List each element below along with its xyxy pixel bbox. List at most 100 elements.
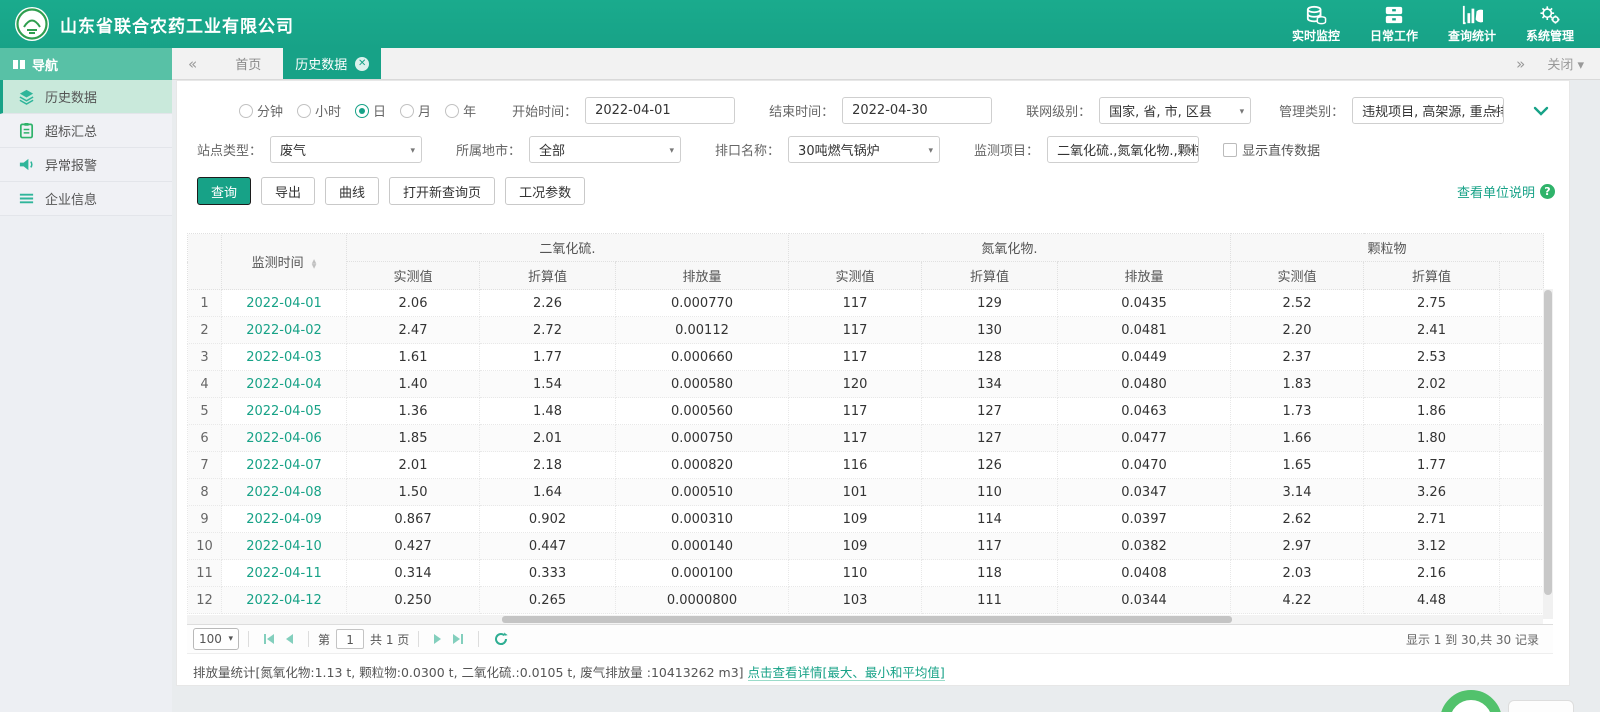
collapse-filters-chevron-icon[interactable] (1533, 106, 1549, 116)
tab-history-data[interactable]: 历史数据 ✕ (283, 48, 382, 79)
radio-icon (297, 103, 312, 118)
query-button[interactable]: 查询 (197, 177, 252, 205)
select-value: 国家, 省, 市, 区县 (1109, 105, 1212, 120)
network-level-select[interactable]: 国家, 省, 市, 区县 ▾ (1099, 97, 1252, 124)
vertical-scrollbar-thumb[interactable] (1544, 290, 1552, 595)
cell-value: 1.66 (1230, 424, 1364, 452)
curve-button[interactable]: 曲线 (325, 177, 380, 205)
table-row: 2 2022-04-02 2.47 2.72 0.00112 117 130 0.0481 2.… (187, 316, 1545, 344)
company-title: 山东省联合农药工业有限公司 (60, 16, 294, 37)
horizontal-scrollbar[interactable] (187, 615, 1543, 624)
first-page-button[interactable] (258, 634, 280, 644)
table-row: 12 2022-04-12 0.250 0.265 0.0000800 103 111 0.0… (187, 586, 1545, 614)
radio-hour[interactable]: 小时 (297, 101, 341, 120)
cell-value: 0.0481 (1057, 316, 1231, 344)
page-number-input[interactable]: 1 (336, 629, 365, 649)
sidebar-item-history-data[interactable]: 历史数据 (0, 80, 172, 114)
cell-value: 1.61 (346, 343, 480, 371)
city-select[interactable]: 全部 ▾ (529, 136, 682, 163)
horizontal-scrollbar-thumb[interactable] (502, 616, 1232, 623)
row-date-link[interactable]: 2022-04-09 (221, 505, 347, 533)
sidebar-item-exceed-summary[interactable]: 超标汇总 (0, 114, 172, 148)
nav-icon (13, 59, 25, 69)
header-converted: 折算值 (921, 261, 1058, 290)
cell-value: 4.48 (1363, 586, 1500, 614)
row-index: 9 (187, 505, 222, 533)
open-new-query-button[interactable]: 打开新查询页 (389, 177, 496, 205)
manage-type-select[interactable]: 违规项目, 高架源, 重点排放▾ (1352, 97, 1505, 124)
cell-value: 101 (788, 478, 922, 506)
cell-value: 0.250 (346, 586, 480, 614)
row-date-link[interactable]: 2022-04-04 (221, 370, 347, 398)
sidebar-item-label: 异常报警 (45, 159, 98, 174)
menu-system-management[interactable]: 系统管理 (1526, 5, 1574, 44)
radio-day[interactable]: 日 (355, 101, 386, 120)
row-date-link[interactable]: 2022-04-05 (221, 397, 347, 425)
row-date-link[interactable]: 2022-04-07 (221, 451, 347, 479)
tab-home[interactable]: 首页 (213, 48, 283, 79)
tabs-scroll-right-icon[interactable]: » (1516, 55, 1525, 73)
row-date-link[interactable]: 2022-04-01 (221, 289, 347, 317)
header-measured: 实测值 (1230, 261, 1364, 290)
row-date-link[interactable]: 2022-04-02 (221, 316, 347, 344)
row-date-link[interactable]: 2022-04-10 (221, 532, 347, 560)
radio-label: 日 (373, 105, 387, 120)
caret-down-icon: ▾ (928, 146, 934, 156)
cell-value: 2.52 (1230, 289, 1364, 317)
row-date-link[interactable]: 2022-04-03 (221, 343, 347, 371)
vertical-scrollbar[interactable] (1543, 289, 1553, 619)
prev-page-button[interactable] (280, 634, 299, 644)
radio-label: 年 (463, 105, 477, 120)
cell-value: 109 (788, 505, 922, 533)
cell-value: 127 (921, 397, 1058, 425)
radio-label: 分钟 (257, 105, 284, 120)
sort-icon[interactable]: ▲ ▼ (312, 258, 317, 269)
row-index: 3 (187, 343, 222, 371)
radio-year[interactable]: 年 (445, 101, 476, 120)
sidebar-item-label: 超标汇总 (45, 125, 98, 140)
caret-down-icon: ▾ (228, 634, 233, 644)
sidebar-item-company-info[interactable]: 企业信息 (0, 182, 172, 216)
menu-daily-work[interactable]: 日常工作 (1370, 5, 1418, 44)
cell-stub (1498, 343, 1545, 371)
tab-close-icon[interactable]: ✕ (355, 56, 370, 71)
outlet-name-select[interactable]: 30吨燃气锅炉 ▾ (788, 136, 941, 163)
menu-realtime-monitor[interactable]: 实时监控 (1292, 5, 1340, 44)
row-index: 5 (187, 397, 222, 425)
tabs-scroll-left-icon[interactable]: « (172, 48, 213, 79)
site-type-select[interactable]: 废气 ▾ (270, 136, 423, 163)
period-radio-group: 分钟 小时 日 月 年 (239, 101, 476, 120)
cell-value: 1.86 (1363, 397, 1500, 425)
refresh-icon[interactable] (494, 632, 508, 646)
row-date-link[interactable]: 2022-04-11 (221, 559, 347, 587)
menu-label: 系统管理 (1525, 28, 1574, 43)
export-button[interactable]: 导出 (261, 177, 316, 205)
menu-query-statistics[interactable]: 查询统计 (1448, 5, 1496, 44)
filter-row-1: 分钟 小时 日 月 年 开始时间： 2022-04-01 结束时间： 2022-… (239, 97, 1555, 124)
view-unit-description-link[interactable]: 查看单位说明 ? (1457, 182, 1555, 201)
working-params-button[interactable]: 工况参数 (505, 177, 586, 205)
monitor-items-select[interactable]: 二氧化硫.,氮氧化物.,颗粒 ▾ (1047, 136, 1200, 163)
cell-value: 2.62 (1230, 505, 1364, 533)
sidebar-item-abnormal-alarm[interactable]: 异常报警 (0, 148, 172, 182)
floating-widget-box[interactable] (1508, 700, 1574, 712)
radio-month[interactable]: 月 (400, 101, 431, 120)
cell-value: 1.40 (346, 370, 480, 398)
direct-data-checkbox[interactable]: 显示直传数据 (1223, 140, 1320, 159)
row-date-link[interactable]: 2022-04-08 (221, 478, 347, 506)
header-monitor-time[interactable]: 监测时间 ▲ ▼ (221, 233, 347, 290)
view-detail-link[interactable]: 点击查看详情[最大、最小和平均值] (747, 665, 945, 681)
next-page-button[interactable] (428, 634, 447, 644)
close-tabs-dropdown[interactable]: 关闭 ▾ (1547, 54, 1584, 73)
row-date-link[interactable]: 2022-04-06 (221, 424, 347, 452)
radio-minute[interactable]: 分钟 (239, 101, 283, 120)
cell-value: 0.0347 (1057, 478, 1231, 506)
cell-value: 0.000770 (615, 289, 789, 317)
last-page-button[interactable] (447, 634, 469, 644)
cell-value: 110 (788, 559, 922, 587)
end-time-input[interactable]: 2022-04-30 (842, 97, 993, 124)
start-time-input[interactable]: 2022-04-01 (585, 97, 736, 124)
row-date-link[interactable]: 2022-04-12 (221, 586, 347, 614)
cell-value: 117 (788, 424, 922, 452)
page-size-select[interactable]: 100 ▾ (193, 628, 239, 650)
